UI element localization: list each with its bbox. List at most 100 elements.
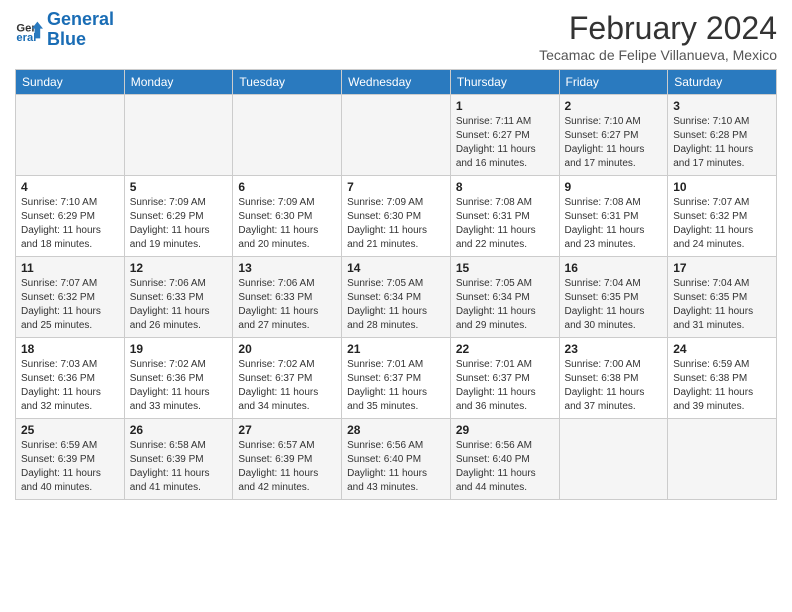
day-number: 15 [456,261,554,275]
day-info: Sunrise: 7:00 AMSunset: 6:38 PMDaylight:… [565,358,663,414]
day-info: Sunrise: 7:08 AMSunset: 6:31 PMDaylight:… [456,196,554,252]
calendar-cell [668,419,777,500]
day-number: 18 [21,342,119,356]
calendar-cell: 3 Sunrise: 7:10 AMSunset: 6:28 PMDaylight… [668,95,777,176]
day-number: 13 [238,261,336,275]
calendar-week-row: 4 Sunrise: 7:10 AMSunset: 6:29 PMDaylight… [16,176,777,257]
col-header-wednesday: Wednesday [342,70,451,95]
page-header: Gen eral General Blue February 2024 Teca… [15,10,777,63]
day-info: Sunrise: 7:04 AMSunset: 6:35 PMDaylight:… [565,277,663,333]
calendar-cell: 25 Sunrise: 6:59 AMSunset: 6:39 PMDayligh… [16,419,125,500]
day-info: Sunrise: 7:06 AMSunset: 6:33 PMDaylight:… [130,277,228,333]
day-info: Sunrise: 7:09 AMSunset: 6:29 PMDaylight:… [130,196,228,252]
calendar-cell: 23 Sunrise: 7:00 AMSunset: 6:38 PMDayligh… [559,338,668,419]
calendar-cell [342,95,451,176]
day-number: 1 [456,99,554,113]
day-number: 10 [673,180,771,194]
day-number: 21 [347,342,445,356]
col-header-monday: Monday [124,70,233,95]
page-title: February 2024 [539,10,777,47]
calendar-cell: 24 Sunrise: 6:59 AMSunset: 6:38 PMDayligh… [668,338,777,419]
day-info: Sunrise: 6:59 AMSunset: 6:39 PMDaylight:… [21,439,119,495]
day-number: 27 [238,423,336,437]
calendar-cell: 19 Sunrise: 7:02 AMSunset: 6:36 PMDayligh… [124,338,233,419]
day-info: Sunrise: 6:59 AMSunset: 6:38 PMDaylight:… [673,358,771,414]
day-number: 3 [673,99,771,113]
day-info: Sunrise: 7:02 AMSunset: 6:37 PMDaylight:… [238,358,336,414]
calendar-cell: 15Sunrise: 7:05 AMSunset: 6:34 PMDayligh… [450,257,559,338]
logo: Gen eral General Blue [15,10,114,50]
day-info: Sunrise: 7:03 AMSunset: 6:36 PMDaylight:… [21,358,119,414]
calendar-header-row: SundayMondayTuesdayWednesdayThursdayFrid… [16,70,777,95]
calendar-week-row: 25 Sunrise: 6:59 AMSunset: 6:39 PMDayligh… [16,419,777,500]
day-info: Sunrise: 7:01 AMSunset: 6:37 PMDaylight:… [347,358,445,414]
calendar-cell: 1Sunrise: 7:11 AMSunset: 6:27 PMDaylight… [450,95,559,176]
col-header-tuesday: Tuesday [233,70,342,95]
day-number: 17 [673,261,771,275]
page-subtitle: Tecamac de Felipe Villanueva, Mexico [539,47,777,63]
calendar-cell: 21 Sunrise: 7:01 AMSunset: 6:37 PMDayligh… [342,338,451,419]
day-info: Sunrise: 7:08 AMSunset: 6:31 PMDaylight:… [565,196,663,252]
day-number: 22 [456,342,554,356]
day-number: 5 [130,180,228,194]
svg-text:eral: eral [16,32,36,44]
col-header-sunday: Sunday [16,70,125,95]
day-info: Sunrise: 7:04 AMSunset: 6:35 PMDaylight:… [673,277,771,333]
title-block: February 2024 Tecamac de Felipe Villanue… [539,10,777,63]
calendar-cell: 7 Sunrise: 7:09 AMSunset: 6:30 PMDaylight… [342,176,451,257]
calendar-cell [16,95,125,176]
calendar-week-row: 11Sunrise: 7:07 AMSunset: 6:32 PMDayligh… [16,257,777,338]
day-number: 20 [238,342,336,356]
logo-text-line1: General [47,10,114,30]
day-info: Sunrise: 7:09 AMSunset: 6:30 PMDaylight:… [347,196,445,252]
day-number: 29 [456,423,554,437]
calendar-cell: 28Sunrise: 6:56 AMSunset: 6:40 PMDayligh… [342,419,451,500]
day-info: Sunrise: 7:10 AMSunset: 6:28 PMDaylight:… [673,115,771,171]
day-number: 24 [673,342,771,356]
day-info: Sunrise: 7:06 AMSunset: 6:33 PMDaylight:… [238,277,336,333]
day-info: Sunrise: 6:56 AMSunset: 6:40 PMDaylight:… [456,439,554,495]
day-number: 8 [456,180,554,194]
day-info: Sunrise: 7:09 AMSunset: 6:30 PMDaylight:… [238,196,336,252]
calendar-cell: 10Sunrise: 7:07 AMSunset: 6:32 PMDayligh… [668,176,777,257]
calendar-cell: 11Sunrise: 7:07 AMSunset: 6:32 PMDayligh… [16,257,125,338]
day-number: 4 [21,180,119,194]
calendar-cell: 2 Sunrise: 7:10 AMSunset: 6:27 PMDaylight… [559,95,668,176]
day-info: Sunrise: 7:05 AMSunset: 6:34 PMDaylight:… [347,277,445,333]
day-info: Sunrise: 7:02 AMSunset: 6:36 PMDaylight:… [130,358,228,414]
calendar-cell: 9Sunrise: 7:08 AMSunset: 6:31 PMDaylight… [559,176,668,257]
col-header-saturday: Saturday [668,70,777,95]
day-info: Sunrise: 7:10 AMSunset: 6:27 PMDaylight:… [565,115,663,171]
col-header-friday: Friday [559,70,668,95]
calendar-cell: 27 Sunrise: 6:57 AMSunset: 6:39 PMDayligh… [233,419,342,500]
calendar-week-row: 18 Sunrise: 7:03 AMSunset: 6:36 PMDayligh… [16,338,777,419]
logo-text-line2: Blue [47,30,114,50]
day-number: 6 [238,180,336,194]
day-number: 2 [565,99,663,113]
day-number: 16 [565,261,663,275]
day-number: 7 [347,180,445,194]
day-info: Sunrise: 6:57 AMSunset: 6:39 PMDaylight:… [238,439,336,495]
day-info: Sunrise: 7:01 AMSunset: 6:37 PMDaylight:… [456,358,554,414]
logo-icon: Gen eral [15,16,43,44]
day-info: Sunrise: 6:58 AMSunset: 6:39 PMDaylight:… [130,439,228,495]
calendar-table: SundayMondayTuesdayWednesdayThursdayFrid… [15,69,777,500]
calendar-cell: 14Sunrise: 7:05 AMSunset: 6:34 PMDayligh… [342,257,451,338]
calendar-cell: 18 Sunrise: 7:03 AMSunset: 6:36 PMDayligh… [16,338,125,419]
calendar-cell [559,419,668,500]
day-number: 25 [21,423,119,437]
col-header-thursday: Thursday [450,70,559,95]
calendar-cell: 22 Sunrise: 7:01 AMSunset: 6:37 PMDayligh… [450,338,559,419]
day-number: 26 [130,423,228,437]
day-number: 19 [130,342,228,356]
calendar-cell: 5 Sunrise: 7:09 AMSunset: 6:29 PMDaylight… [124,176,233,257]
day-number: 28 [347,423,445,437]
day-number: 23 [565,342,663,356]
calendar-cell: 16 Sunrise: 7:04 AMSunset: 6:35 PMDayligh… [559,257,668,338]
day-number: 11 [21,261,119,275]
calendar-cell: 6 Sunrise: 7:09 AMSunset: 6:30 PMDaylight… [233,176,342,257]
day-info: Sunrise: 7:10 AMSunset: 6:29 PMDaylight:… [21,196,119,252]
calendar-cell: 26 Sunrise: 6:58 AMSunset: 6:39 PMDayligh… [124,419,233,500]
calendar-cell: 29 Sunrise: 6:56 AMSunset: 6:40 PMDayligh… [450,419,559,500]
calendar-cell: 8 Sunrise: 7:08 AMSunset: 6:31 PMDaylight… [450,176,559,257]
